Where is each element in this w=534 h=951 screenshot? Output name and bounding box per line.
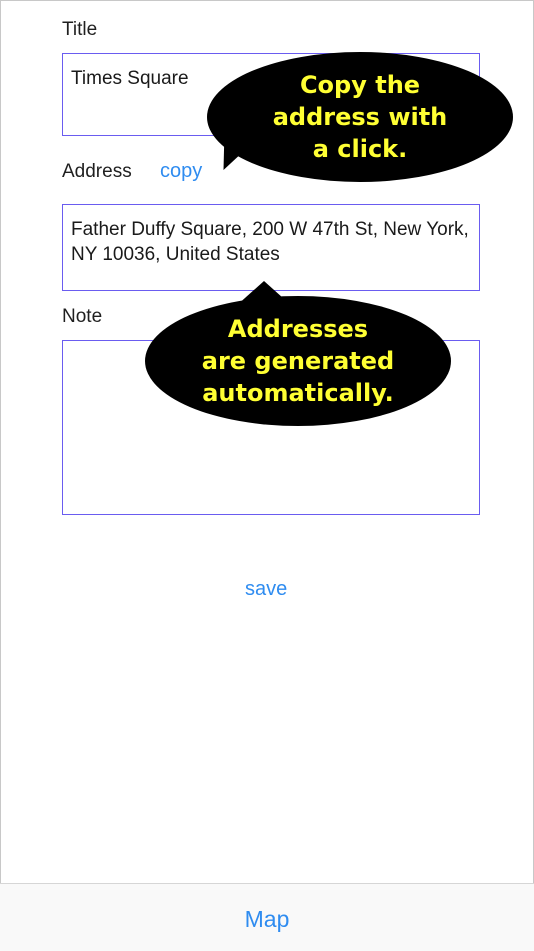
note-label: Note [62,306,103,327]
tab-map[interactable]: Map [245,906,290,933]
auto-callout: Addresses are generated automatically. [145,296,451,426]
copy-callout-text: Copy the address with a click. [272,71,448,163]
address-field[interactable]: Father Duffy Square, 200 W 47th St, New … [62,204,480,291]
auto-callout-text: Addresses are generated automatically. [201,315,395,407]
address-label: Address [62,161,132,182]
copy-button[interactable]: copy [160,160,202,183]
copy-callout: Copy the address with a click. [207,52,513,182]
title-label: Title [62,19,98,40]
save-button[interactable]: save [245,578,287,601]
tab-bar: Map [0,883,534,951]
